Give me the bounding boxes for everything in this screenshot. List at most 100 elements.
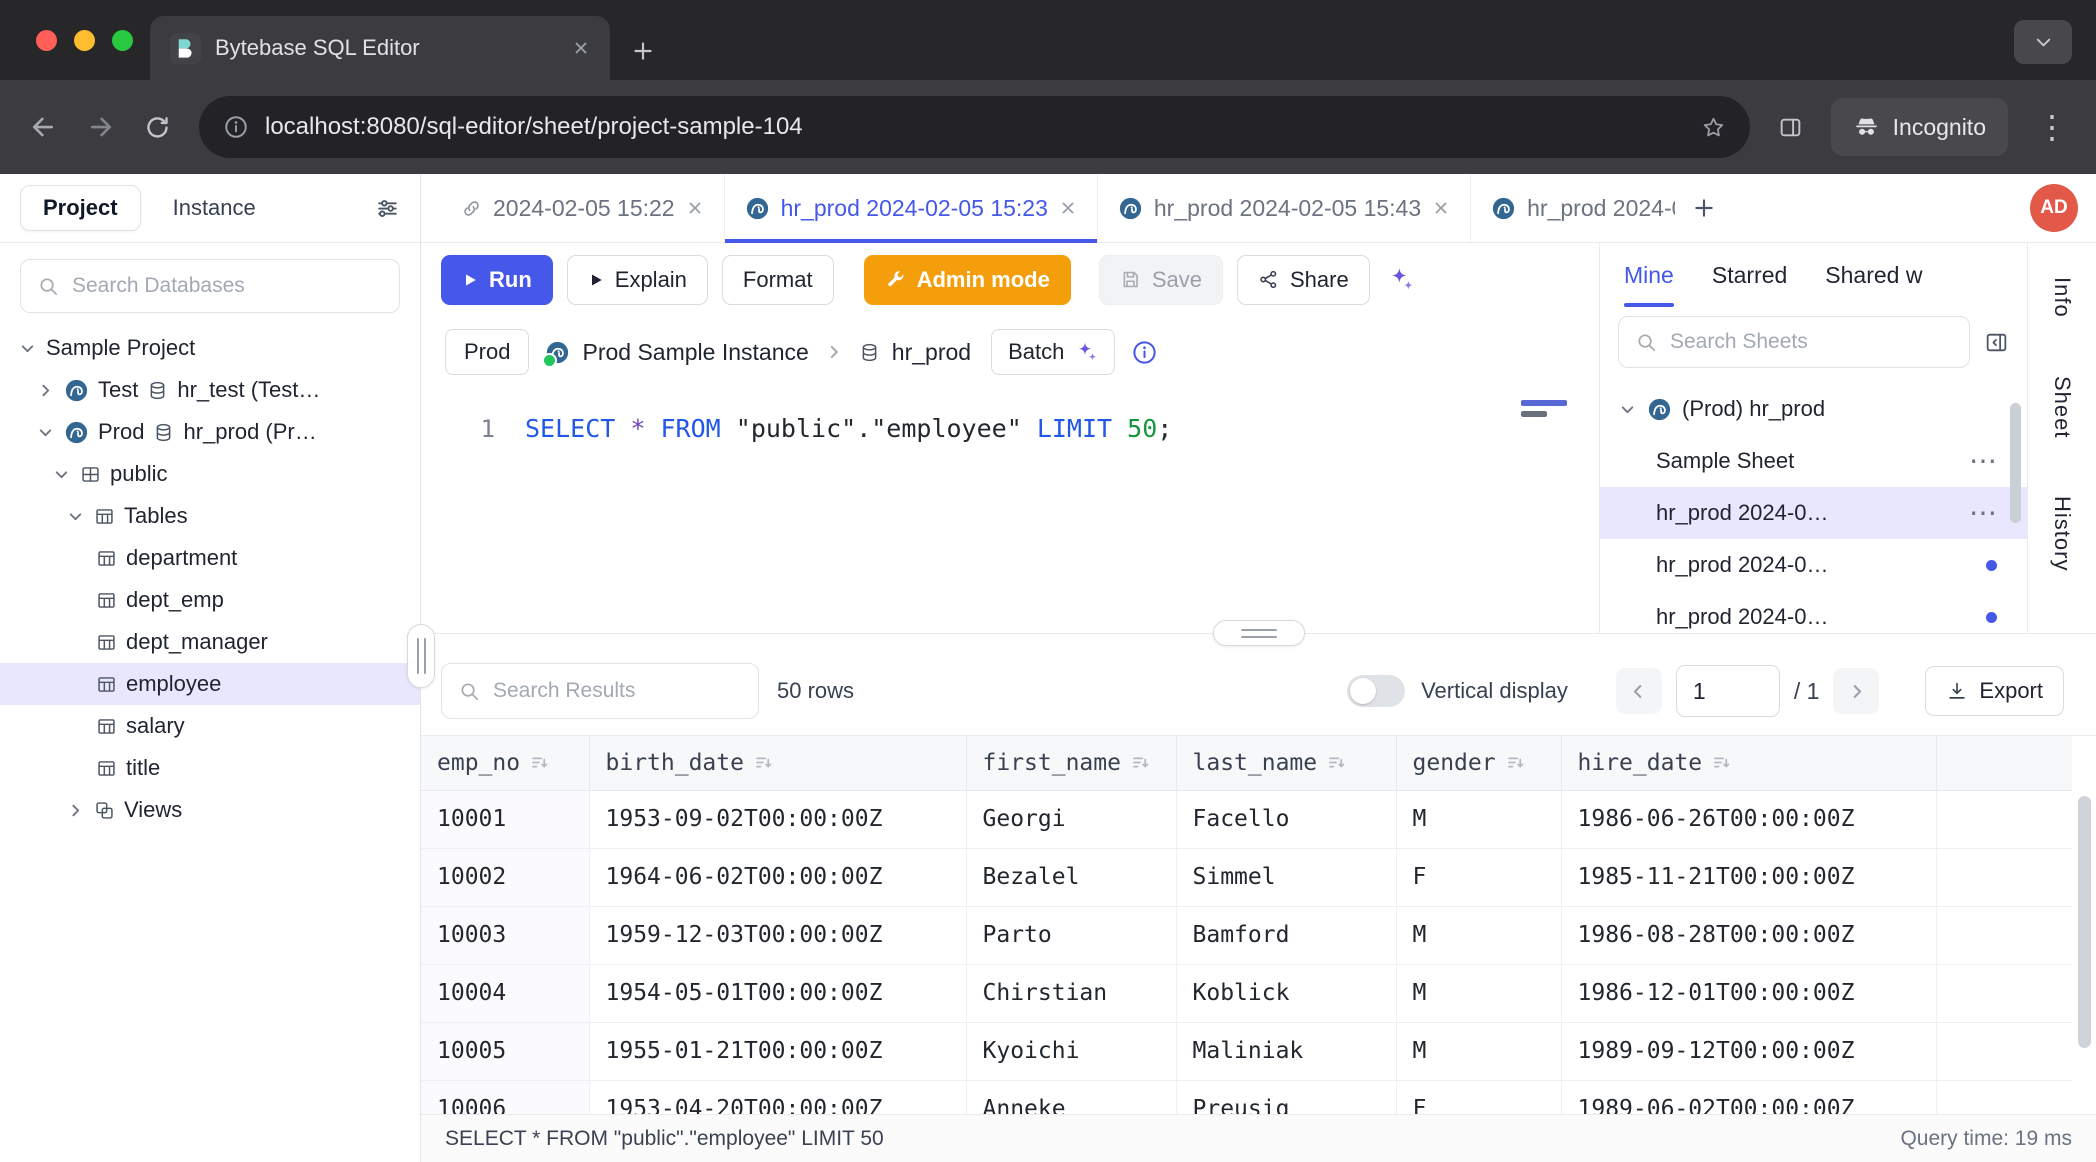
table-cell[interactable]: M <box>1396 906 1561 964</box>
column-header-emp-no[interactable]: emp_no <box>421 736 589 790</box>
format-button[interactable]: Format <box>722 255 834 305</box>
side-tab-history[interactable]: History <box>2049 496 2075 571</box>
sort-icon[interactable] <box>1131 753 1150 772</box>
table-cell[interactable]: Parto <box>966 906 1176 964</box>
tree-item-test[interactable]: Testhr_test (Test… <box>0 369 420 411</box>
more-menu-icon[interactable]: ⋯ <box>1969 447 1997 475</box>
table-cell[interactable]: 10006 <box>421 1080 589 1114</box>
results-scrollbar[interactable] <box>2078 796 2091 1048</box>
bookmark-star-icon[interactable] <box>1701 115 1726 140</box>
export-button[interactable]: Export <box>1925 666 2064 716</box>
column-header-gender[interactable]: gender <box>1396 736 1561 790</box>
chevron-down-icon[interactable] <box>1618 401 1637 418</box>
tree-item-views[interactable]: Views <box>0 789 420 831</box>
close-window-button[interactable] <box>36 30 57 51</box>
new-worksheet-tab-button[interactable] <box>1691 195 1717 221</box>
table-cell[interactable]: 1985-11-21T00:00:00Z <box>1561 848 1936 906</box>
filter-settings-icon[interactable] <box>375 196 400 221</box>
table-cell[interactable]: 1954-05-01T00:00:00Z <box>589 964 966 1022</box>
browser-menu-icon[interactable]: ⋮ <box>2036 111 2068 143</box>
chevron-down-icon[interactable] <box>66 508 85 525</box>
tab-project[interactable]: Project <box>20 185 141 231</box>
save-button[interactable]: Save <box>1099 255 1223 305</box>
database-selector[interactable]: hr_prod <box>859 339 971 366</box>
vertical-display-toggle[interactable] <box>1347 675 1405 707</box>
url-text[interactable]: localhost:8080/sql-editor/sheet/project-… <box>265 113 1685 141</box>
zoom-window-button[interactable] <box>112 30 133 51</box>
table-row[interactable]: 100011953-09-02T00:00:00ZGeorgiFacelloM1… <box>421 790 2072 848</box>
table-cell[interactable]: 10003 <box>421 906 589 964</box>
more-menu-icon[interactable]: ⋯ <box>1969 499 1997 527</box>
sheets-scrollbar[interactable] <box>2010 403 2021 523</box>
tab-instance[interactable]: Instance <box>173 195 256 221</box>
ai-sparkle-icon[interactable] <box>1386 265 1415 294</box>
table-row[interactable]: 100041954-05-01T00:00:00ZChirstianKoblic… <box>421 964 2072 1022</box>
editor-tab-hr-prod-2024-02-05-15-23[interactable]: hr_prod 2024-02-05 15:23 <box>724 174 1097 242</box>
tree-item-sample-project[interactable]: Sample Project <box>0 327 420 369</box>
table-cell[interactable]: 1989-06-02T00:00:00Z <box>1561 1080 1936 1114</box>
table-row[interactable]: 100051955-01-21T00:00:00ZKyoichiMaliniak… <box>421 1022 2072 1080</box>
next-page-button[interactable] <box>1833 668 1879 714</box>
sidebar-resize-handle[interactable] <box>407 624 435 688</box>
table-cell[interactable]: 10001 <box>421 790 589 848</box>
table-cell[interactable]: Anneke <box>966 1080 1176 1114</box>
sort-icon[interactable] <box>530 753 549 772</box>
table-cell[interactable]: 10004 <box>421 964 589 1022</box>
table-row[interactable]: 100031959-12-03T00:00:00ZPartoBamfordM19… <box>421 906 2072 964</box>
sheet-item[interactable]: hr_prod 2024-0… <box>1600 591 2027 633</box>
explain-button[interactable]: Explain <box>567 255 708 305</box>
avatar[interactable]: AD <box>2030 184 2078 232</box>
table-cell[interactable]: 1953-09-02T00:00:00Z <box>589 790 966 848</box>
page-number-input[interactable] <box>1676 665 1780 717</box>
table-cell[interactable]: 1986-06-26T00:00:00Z <box>1561 790 1936 848</box>
table-cell[interactable]: Chirstian <box>966 964 1176 1022</box>
table-cell[interactable]: M <box>1396 790 1561 848</box>
editor-minimap[interactable] <box>1521 400 1581 417</box>
tree-item-salary[interactable]: salary <box>0 705 420 747</box>
table-cell[interactable]: Facello <box>1176 790 1396 848</box>
table-cell[interactable]: 1953-04-20T00:00:00Z <box>589 1080 966 1114</box>
table-cell[interactable]: Bezalel <box>966 848 1176 906</box>
sort-icon[interactable] <box>1506 753 1525 772</box>
editor-tab-2024-02-05-15-22[interactable]: 2024-02-05 15:22 <box>441 174 724 242</box>
editor-tab-hr-prod-2024-02-05-15-43[interactable]: hr_prod 2024-02-05 15:43 <box>1097 174 1470 242</box>
table-cell[interactable]: F <box>1396 1080 1561 1114</box>
sheet-item[interactable]: hr_prod 2024-0…⋯ <box>1600 487 2027 539</box>
tree-item-title[interactable]: title <box>0 747 420 789</box>
column-header-birth-date[interactable]: birth_date <box>589 736 966 790</box>
sheet-search[interactable] <box>1618 316 1970 368</box>
table-cell[interactable]: 1986-08-28T00:00:00Z <box>1561 906 1936 964</box>
tree-item-dept-emp[interactable]: dept_emp <box>0 579 420 621</box>
database-search[interactable] <box>20 259 400 313</box>
sheets-tab-shared-w[interactable]: Shared w <box>1825 243 1922 307</box>
sort-icon[interactable] <box>1327 753 1346 772</box>
instance-selector[interactable]: Prod Sample Instance <box>545 339 808 366</box>
reload-button[interactable] <box>144 114 171 141</box>
tree-item-dept-manager[interactable]: dept_manager <box>0 621 420 663</box>
table-cell[interactable]: 10005 <box>421 1022 589 1080</box>
column-header-last-name[interactable]: last_name <box>1176 736 1396 790</box>
info-icon[interactable] <box>1131 339 1158 366</box>
chevron-right-icon[interactable] <box>66 802 85 819</box>
side-tab-sheet[interactable]: Sheet <box>2049 376 2075 439</box>
tree-item-public[interactable]: public <box>0 453 420 495</box>
chevron-down-icon[interactable] <box>18 340 37 357</box>
editor-tab-hr-prod-2024-0[interactable]: hr_prod 2024-0 <box>1470 174 1675 242</box>
share-button[interactable]: Share <box>1237 255 1370 305</box>
table-cell[interactable]: 1959-12-03T00:00:00Z <box>589 906 966 964</box>
panel-toggle-icon[interactable] <box>1984 330 2009 355</box>
tree-item-department[interactable]: department <box>0 537 420 579</box>
table-cell[interactable]: 1986-12-01T00:00:00Z <box>1561 964 1936 1022</box>
results-search[interactable] <box>441 663 759 719</box>
tab-search-button[interactable] <box>2014 20 2072 64</box>
environment-badge[interactable]: Prod <box>445 329 529 375</box>
table-cell[interactable]: 10002 <box>421 848 589 906</box>
sql-code-editor[interactable]: 1 SELECT * FROM "public"."employee" LIMI… <box>421 388 1599 633</box>
resize-drag-handle[interactable] <box>1213 620 1305 646</box>
sort-icon[interactable] <box>754 753 773 772</box>
tree-item-employee[interactable]: employee <box>0 663 420 705</box>
table-cell[interactable]: Koblick <box>1176 964 1396 1022</box>
chevron-right-icon[interactable] <box>36 382 55 399</box>
column-header-hire-date[interactable]: hire_date <box>1561 736 1936 790</box>
table-cell[interactable]: Kyoichi <box>966 1022 1176 1080</box>
